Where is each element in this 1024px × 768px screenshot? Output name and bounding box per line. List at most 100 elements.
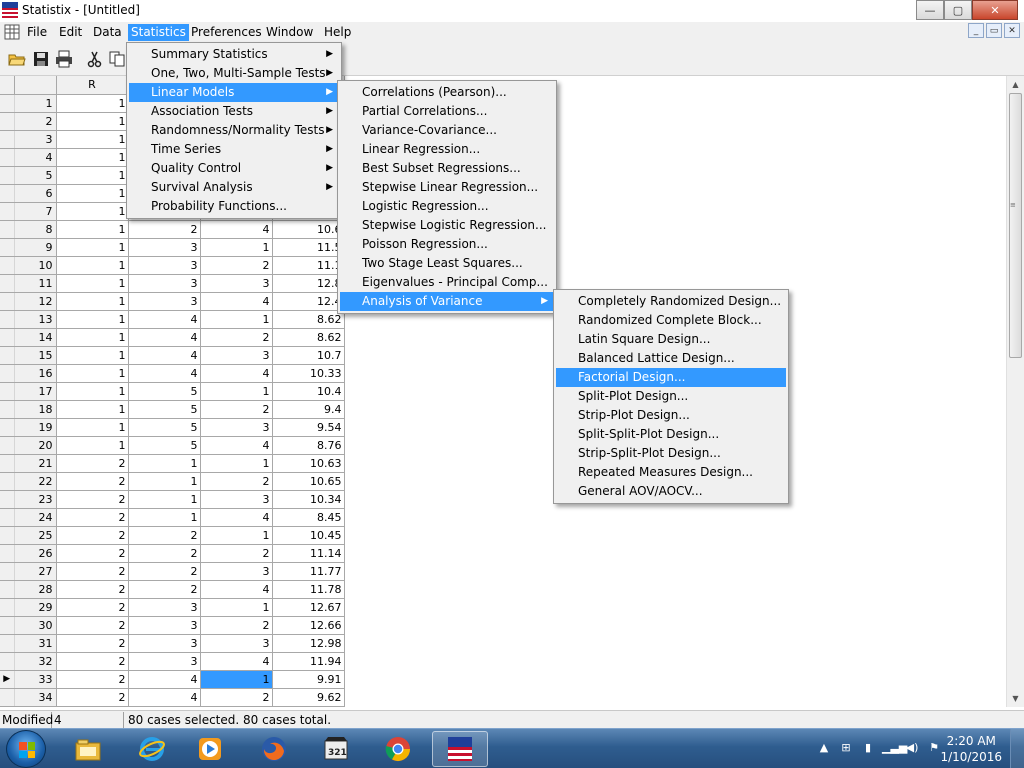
row-number[interactable]: 1 [14,94,57,113]
anova-menu-item[interactable]: Factorial Design... [556,368,786,387]
grid-cell[interactable]: 9.62 [272,688,345,707]
linear-models-menu-item[interactable]: Correlations (Pearson)... [340,83,554,102]
grid-cell[interactable]: 4 [128,688,201,707]
cut-icon[interactable] [86,50,104,68]
taskbar-internet-explorer[interactable] [124,731,180,767]
grid-cell[interactable]: 2 [56,652,129,671]
taskbar-media-player-classic[interactable]: 321 [308,731,364,767]
grid-cell[interactable]: 1 [200,238,273,257]
grid-cell[interactable]: 3 [128,616,201,635]
grid-cell[interactable]: 12.8 [272,274,345,293]
grid-cell[interactable]: 4 [128,328,201,347]
grid-cell[interactable]: 2 [56,490,129,509]
grid-cell[interactable]: 1 [200,598,273,617]
grid-cell[interactable]: 10.65 [272,472,345,491]
grid-cell[interactable]: 2 [128,220,201,239]
grid-cell[interactable]: 3 [200,562,273,581]
grid-cell[interactable]: 3 [128,256,201,275]
grid-cell[interactable]: 2 [56,454,129,473]
linear-models-menu-item[interactable]: Logistic Regression... [340,197,554,216]
grid-cell[interactable]: 11.1 [272,256,345,275]
scroll-thumb[interactable] [1009,93,1022,358]
grid-cell[interactable]: 1 [56,184,129,203]
row-number[interactable]: 7 [14,202,57,221]
linear-models-menu-item[interactable]: Partial Correlations... [340,102,554,121]
grid-cell[interactable]: 11.5 [272,238,345,257]
statistics-menu-item[interactable]: Survival Analysis ▶ [129,178,339,197]
grid-cell[interactable]: 5 [128,382,201,401]
menu-window[interactable]: Window [263,24,316,41]
statistics-menu-item[interactable]: Probability Functions... [129,197,339,216]
grid-cell[interactable]: 2 [200,328,273,347]
taskbar-media-player[interactable] [182,731,238,767]
grid-cell[interactable]: 10.6 [272,220,345,239]
row-number[interactable]: 4 [14,148,57,167]
grid-cell[interactable]: 4 [200,652,273,671]
grid-cell[interactable]: 2 [200,688,273,707]
row-number[interactable]: 10 [14,256,57,275]
grid-cell[interactable]: 2 [56,616,129,635]
grid-cell[interactable]: 11.94 [272,652,345,671]
vertical-scrollbar[interactable]: ▲ ≡ ▼ [1006,76,1024,707]
row-number[interactable]: 29 [14,598,57,617]
grid-cell[interactable]: 3 [128,652,201,671]
grid-cell[interactable]: 3 [128,634,201,653]
grid-cell[interactable]: 2 [128,526,201,545]
grid-cell[interactable]: 2 [56,688,129,707]
close-button[interactable]: ✕ [972,0,1018,20]
grid-cell[interactable]: 1 [56,94,129,113]
row-number[interactable]: 5 [14,166,57,185]
grid-cell[interactable]: 3 [128,598,201,617]
grid-cell[interactable]: 1 [128,490,201,509]
grid-cell[interactable]: 1 [128,454,201,473]
show-hidden-icons-icon[interactable]: ▲ [816,741,832,755]
maximize-button[interactable]: ▢ [944,0,972,20]
anova-menu-item[interactable]: Split-Split-Plot Design... [556,425,786,444]
grid-cell[interactable]: 10.63 [272,454,345,473]
grid-cell[interactable]: 4 [200,508,273,527]
doc-restore-button[interactable]: ▭ [986,23,1002,38]
menu-help[interactable]: Help [321,24,354,41]
row-number[interactable]: 9 [14,238,57,257]
linear-models-menu-item[interactable]: Stepwise Logistic Regression... [340,216,554,235]
menu-data[interactable]: Data [90,24,125,41]
grid-cell[interactable]: 3 [200,634,273,653]
statistics-menu-item[interactable]: Randomness/Normality Tests ▶ [129,121,339,140]
linear-models-menu-item[interactable]: Best Subset Regressions... [340,159,554,178]
linear-models-menu-item[interactable]: Eigenvalues - Principal Comp... [340,273,554,292]
grid-cell[interactable]: 9.91 [272,670,345,689]
anova-menu-item[interactable]: Split-Plot Design... [556,387,786,406]
grid-cell[interactable]: 3 [128,238,201,257]
anova-menu-item[interactable]: Completely Randomized Design... [556,292,786,311]
grid-cell[interactable]: 1 [56,256,129,275]
statistics-menu-item[interactable]: Association Tests ▶ [129,102,339,121]
row-number[interactable]: 24 [14,508,57,527]
grid-cell[interactable]: 2 [56,580,129,599]
grid-cell[interactable]: 2 [200,616,273,635]
grid-cell[interactable]: 1 [56,202,129,221]
row-number[interactable]: 8 [14,220,57,239]
linear-models-menu-item[interactable]: Variance-Covariance... [340,121,554,140]
taskbar-statistix[interactable] [432,731,488,767]
row-number[interactable]: 15 [14,346,57,365]
grid-cell[interactable]: 1 [200,526,273,545]
grid-cell[interactable]: 1 [200,670,273,689]
linear-models-menu-item[interactable]: Poisson Regression... [340,235,554,254]
grid-cell[interactable]: 2 [56,544,129,563]
doc-minimize-button[interactable]: _ [968,23,984,38]
grid-cell[interactable]: 9.4 [272,400,345,419]
grid-cell[interactable]: 3 [200,418,273,437]
grid-cell[interactable]: 4 [128,346,201,365]
row-number[interactable]: 27 [14,562,57,581]
row-number[interactable]: 14 [14,328,57,347]
grid-cell[interactable]: 2 [56,598,129,617]
statistics-menu-item[interactable]: Time Series ▶ [129,140,339,159]
row-number[interactable]: 16 [14,364,57,383]
grid-cell[interactable]: 3 [200,346,273,365]
column-header-r[interactable]: R [56,76,129,95]
grid-cell[interactable]: 1 [56,418,129,437]
grid-cell[interactable]: 2 [200,256,273,275]
grid-cell[interactable]: 10.34 [272,490,345,509]
grid-cell[interactable]: 1 [56,400,129,419]
row-number[interactable]: 17 [14,382,57,401]
